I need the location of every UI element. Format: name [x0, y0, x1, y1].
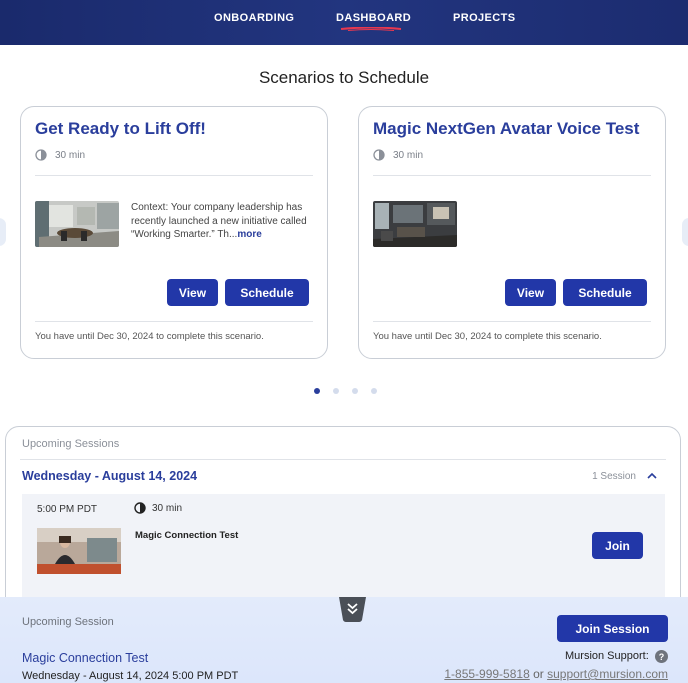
upcoming-session-label: Upcoming Session [22, 616, 114, 628]
divider [373, 175, 651, 176]
duration-label: 30 min [152, 502, 183, 514]
upcoming-session-bar: Upcoming Session Magic Connection Test W… [0, 597, 688, 683]
more-link[interactable]: more [237, 229, 261, 240]
scenario-card: Magic NextGen Avatar Voice Test 30 min V… [358, 106, 666, 359]
support-email-link[interactable]: support@mursion.com [547, 667, 668, 681]
scenario-duration: 30 min [373, 149, 423, 161]
carousel-dot[interactable] [314, 388, 320, 394]
carousel-next-button[interactable] [682, 218, 688, 246]
support-or-text: or [533, 667, 544, 681]
session-duration: 30 min [134, 502, 182, 514]
clock-icon [134, 502, 146, 514]
view-button[interactable]: View [505, 279, 556, 306]
scenario-title: Get Ready to Lift Off! [35, 119, 206, 138]
scenario-card: Get Ready to Lift Off! 30 min Context: Y… [20, 106, 328, 359]
scenario-context: Context: Your company leadership has rec… [131, 201, 315, 242]
session-row: 5:00 PM PDT 30 min Magic Connection Test… [22, 494, 665, 614]
support-contact: 1-855-999-5818 or support@mursion.com [444, 667, 668, 681]
carousel-dot[interactable] [333, 388, 339, 394]
divider [35, 321, 313, 322]
chevrons-down-icon[interactable] [339, 597, 366, 622]
nav-dashboard[interactable]: DASHBOARD [336, 12, 411, 24]
page-title: Scenarios to Schedule [258, 68, 430, 87]
carousel-pagination [314, 388, 377, 394]
view-button[interactable]: View [167, 279, 218, 306]
scenario-thumbnail [35, 201, 119, 247]
duration-label: 30 min [393, 149, 424, 161]
upcoming-session-datetime: Wednesday - August 14, 2024 5:00 PM PDT [22, 670, 239, 682]
support-phone-link[interactable]: 1-855-999-5818 [444, 667, 529, 681]
support-label: Mursion Support: [565, 650, 649, 662]
clock-icon [35, 149, 47, 161]
schedule-button[interactable]: Schedule [563, 279, 647, 306]
nav-active-underline [340, 27, 402, 31]
carousel-dot[interactable] [352, 388, 358, 394]
divider [373, 321, 651, 322]
schedule-button[interactable]: Schedule [225, 279, 309, 306]
nav-projects[interactable]: PROJECTS [453, 12, 516, 24]
session-name: Magic Connection Test [135, 530, 239, 541]
top-nav: ONBOARDING DASHBOARD PROJECTS [0, 0, 688, 45]
carousel-prev-button[interactable] [0, 218, 6, 246]
context-text: Context: Your company leadership has rec… [131, 202, 307, 240]
join-button[interactable]: Join [592, 532, 643, 559]
scenario-deadline: You have until Dec 30, 2024 to complete … [35, 331, 264, 342]
upcoming-session-name: Magic Connection Test [22, 651, 149, 665]
scenario-deadline: You have until Dec 30, 2024 to complete … [373, 331, 602, 342]
chevron-up-icon[interactable] [646, 470, 658, 482]
session-date-header[interactable]: Wednesday - August 14, 2024 [22, 469, 197, 483]
clock-icon [373, 149, 385, 161]
scenario-duration: 30 min [35, 149, 85, 161]
upcoming-sessions-heading: Upcoming Sessions [22, 438, 120, 450]
session-time: 5:00 PM PDT [37, 504, 98, 515]
duration-label: 30 min [55, 149, 86, 161]
help-icon[interactable]: ? [655, 650, 668, 663]
divider [35, 175, 313, 176]
session-thumbnail [37, 528, 121, 574]
scenario-title: Magic NextGen Avatar Voice Test [373, 119, 640, 138]
session-count: 1 Session [592, 471, 636, 482]
join-session-button[interactable]: Join Session [557, 615, 668, 642]
upcoming-sessions-panel: Upcoming Sessions Wednesday - August 14,… [5, 426, 681, 626]
divider [20, 459, 666, 460]
nav-onboarding[interactable]: ONBOARDING [214, 12, 294, 24]
carousel-dot[interactable] [371, 388, 377, 394]
scenario-thumbnail [373, 201, 457, 247]
